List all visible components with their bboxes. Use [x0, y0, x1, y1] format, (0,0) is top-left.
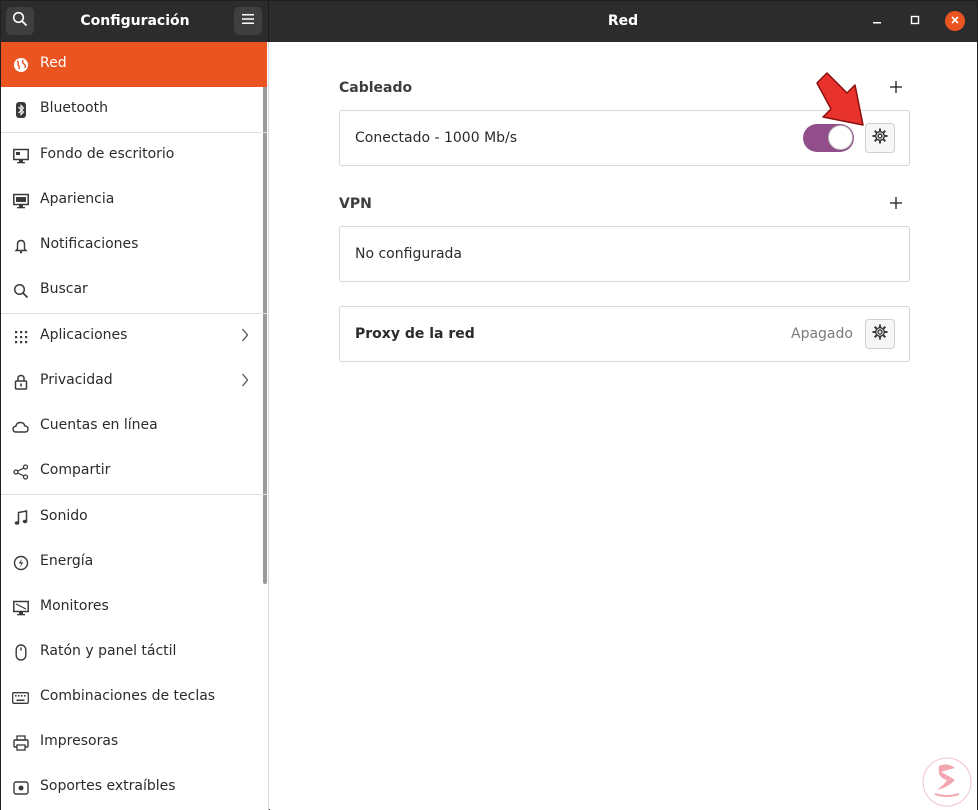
sidebar-item-impresoras[interactable]: Impresoras — [1, 720, 267, 765]
cloud-icon — [12, 418, 29, 435]
sidebar-item-label: Aplicaciones — [40, 327, 128, 343]
watermark-logo-icon — [922, 757, 972, 807]
plus-icon — [890, 81, 902, 97]
monitor-icon — [12, 147, 29, 164]
sidebar-header: Configuración — [1, 1, 269, 42]
plus-icon — [890, 197, 902, 213]
add-vpn-button[interactable] — [886, 195, 906, 215]
sidebar-item-label: Apariencia — [40, 191, 115, 207]
sidebar-item-bluetooth[interactable]: Bluetooth — [1, 87, 267, 132]
search-icon — [12, 282, 29, 299]
sidebar-item-label: Bluetooth — [40, 100, 108, 116]
vpn-section-title: VPN — [339, 196, 372, 212]
sidebar-item-cuentas-en-linea[interactable]: Cuentas en línea — [1, 404, 267, 449]
minimize-button[interactable] — [867, 11, 887, 31]
sidebar-item-label: Monitores — [40, 598, 109, 614]
sidebar-item-energia[interactable]: Energía — [1, 540, 267, 585]
mouse-icon — [12, 644, 29, 661]
sidebar-item-sonido[interactable]: Sonido — [1, 495, 267, 540]
sidebar-item-red[interactable]: Red — [1, 42, 267, 87]
sidebar-item-compartir[interactable]: Compartir — [1, 449, 267, 494]
sidebar-item-label: Fondo de escritorio — [40, 146, 175, 162]
power-icon — [12, 554, 29, 571]
minimize-icon — [872, 13, 882, 29]
sidebar-item-combinaciones-de-teclas[interactable]: Combinaciones de teclas — [1, 675, 267, 720]
proxy-status: Apagado — [791, 326, 853, 342]
sidebar-item-label: Sonido — [40, 508, 88, 524]
sidebar: Red Bluetooth Fondo de escritorio Aparie… — [1, 42, 269, 810]
sidebar-item-label: Energía — [40, 553, 94, 569]
sidebar-item-fondo-de-escritorio[interactable]: Fondo de escritorio — [1, 133, 267, 178]
sidebar-item-label: Impresoras — [40, 733, 119, 749]
gear-icon — [872, 324, 888, 344]
wired-settings-button[interactable] — [865, 123, 895, 153]
sidebar-item-label: Cuentas en línea — [40, 417, 158, 433]
lock-icon — [12, 373, 29, 390]
proxy-settings-button[interactable] — [865, 319, 895, 349]
sidebar-item-label: Privacidad — [40, 372, 113, 388]
keyboard-icon — [12, 689, 29, 706]
sidebar-item-label: Compartir — [40, 462, 111, 478]
sidebar-item-monitores[interactable]: Monitores — [1, 585, 267, 630]
sidebar-item-label: Soportes extraíbles — [40, 778, 176, 794]
settings-window: Configuración Red Red Bluetooth Fondo de… — [0, 0, 978, 810]
bluetooth-icon — [12, 101, 29, 118]
printer-icon — [12, 734, 29, 751]
add-wired-connection-button[interactable] — [886, 79, 906, 99]
sidebar-item-label: Red — [40, 55, 67, 71]
wired-section-title: Cableado — [339, 80, 413, 96]
sidebar-item-buscar[interactable]: Buscar — [1, 268, 267, 313]
header-bar: Configuración Red — [1, 1, 977, 42]
sidebar-item-notificaciones[interactable]: Notificaciones — [1, 223, 267, 268]
sidebar-title: Configuración — [80, 13, 190, 29]
sidebar-item-raton-y-panel-tactil[interactable]: Ratón y panel táctil — [1, 630, 267, 675]
chevron-right-icon — [241, 373, 249, 391]
vpn-status: No configurada — [355, 246, 463, 262]
wired-connection-status: Conectado - 1000 Mb/s — [355, 130, 518, 146]
menu-button[interactable] — [234, 7, 262, 35]
proxy-label: Proxy de la red — [355, 326, 475, 342]
bell-icon — [12, 237, 29, 254]
sidebar-item-privacidad[interactable]: Privacidad — [1, 359, 267, 404]
share-icon — [12, 463, 29, 480]
maximize-icon — [910, 13, 920, 29]
grid-icon — [12, 328, 29, 345]
hamburger-menu-icon — [242, 13, 254, 29]
network-panel: Cableado Conectado - 1000 Mb/s VPN No co… — [270, 42, 977, 810]
sidebar-item-label: Combinaciones de teclas — [40, 688, 216, 704]
close-icon — [950, 13, 960, 29]
vpn-row: No configurada — [339, 226, 910, 282]
sidebar-item-soportes-extraibles[interactable]: Soportes extraíbles — [1, 765, 267, 810]
chevron-right-icon — [241, 328, 249, 346]
sidebar-item-label: Ratón y panel táctil — [40, 643, 177, 659]
close-button[interactable] — [945, 11, 965, 31]
proxy-row[interactable]: Proxy de la red Apagado — [339, 306, 910, 362]
sidebar-item-apariencia[interactable]: Apariencia — [1, 178, 267, 223]
sidebar-item-label: Buscar — [40, 281, 88, 297]
appearance-icon — [12, 192, 29, 209]
globe-icon — [12, 56, 29, 73]
display-icon — [12, 599, 29, 616]
annotation-arrow-icon — [816, 72, 864, 126]
gear-icon — [872, 128, 888, 148]
media-icon — [12, 779, 29, 796]
sidebar-item-label: Notificaciones — [40, 236, 139, 252]
sidebar-item-aplicaciones[interactable]: Aplicaciones — [1, 314, 267, 359]
maximize-button[interactable] — [905, 11, 925, 31]
music-note-icon — [12, 509, 29, 526]
